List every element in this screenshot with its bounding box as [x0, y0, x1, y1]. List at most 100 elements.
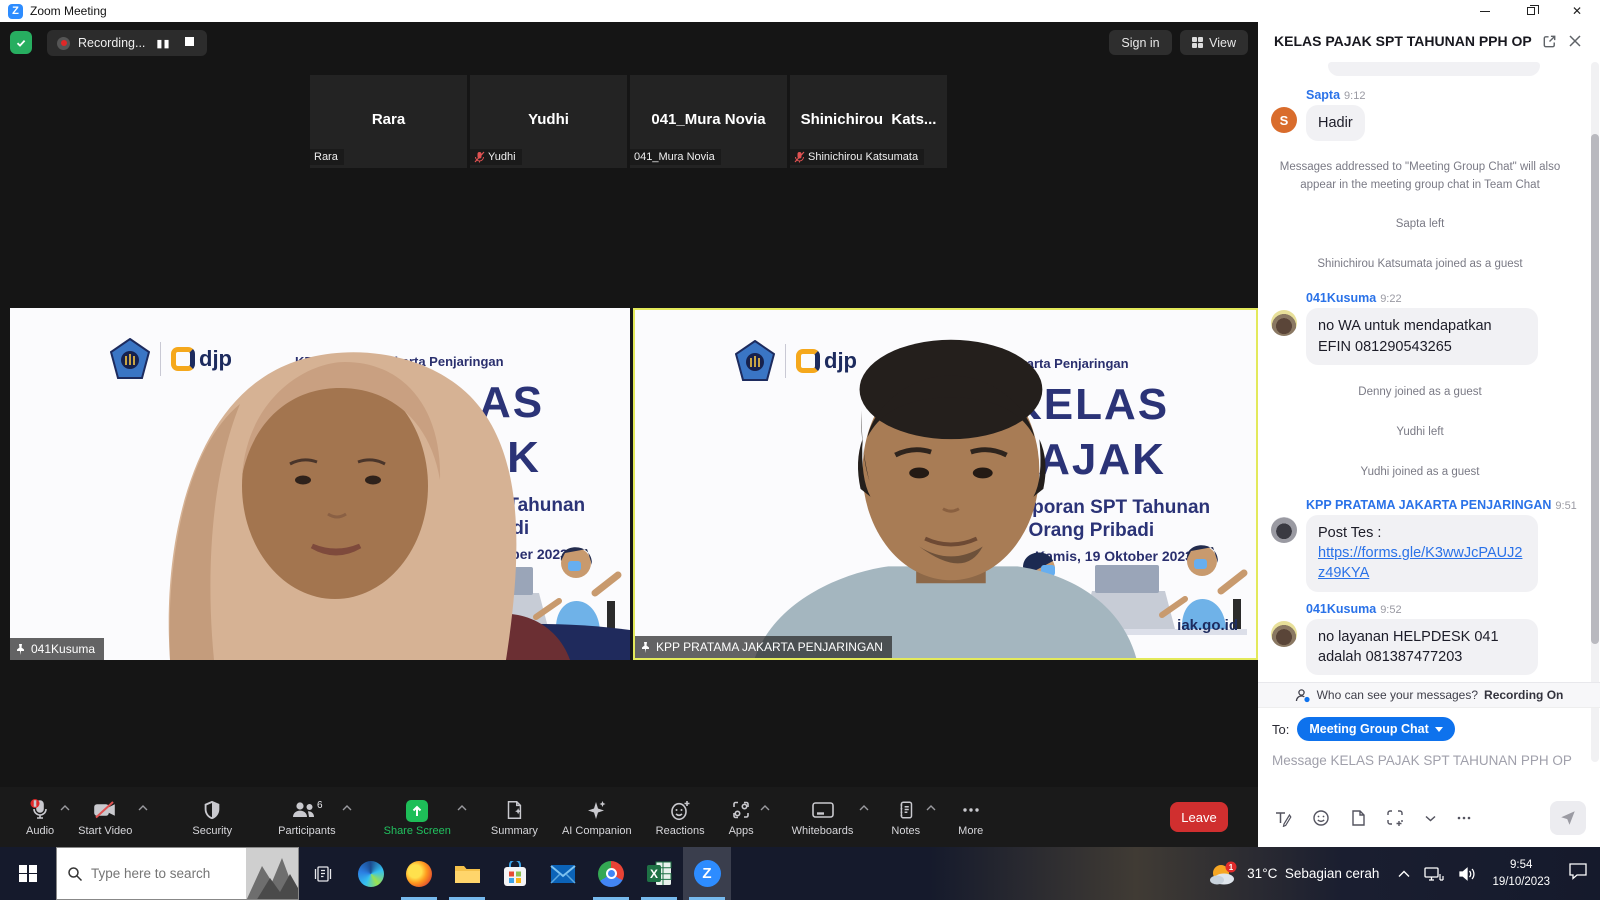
recipient-selector[interactable]: Meeting Group Chat [1297, 717, 1454, 741]
meeting-toolbar: ! Audio Start Video Security [0, 787, 1258, 847]
video-tile-041kusuma[interactable]: djp KPP Pratama Jakarta Penjaringan KELA… [10, 308, 630, 660]
start-video-button[interactable]: Start Video [66, 789, 144, 845]
composer-toolbar [1258, 795, 1600, 847]
participant-thumbnail-strip: Rara Rara Yudhi Yudhi 041_Mura Novia 041… [310, 75, 947, 168]
format-text-icon[interactable] [1274, 809, 1292, 827]
thumbnail-mura-novia[interactable]: 041_Mura Novia 041_Mura Novia [630, 75, 787, 168]
close-button[interactable]: ✕ [1554, 0, 1600, 22]
mail-icon[interactable] [539, 847, 587, 900]
pop-out-icon[interactable] [1536, 29, 1562, 53]
windows-taskbar: X Z 1 31°C Sebagian cerah 9:54 19/10 [0, 847, 1600, 900]
excel-icon[interactable]: X [635, 847, 683, 900]
chat-message: KPP PRATAMA JAKARTA PENJARINGAN9:51 Post… [1258, 498, 1588, 592]
audio-button[interactable]: ! Audio [14, 789, 66, 845]
summary-button[interactable]: Summary [479, 789, 550, 845]
search-highlight-image [246, 848, 298, 900]
file-explorer-icon[interactable] [443, 847, 491, 900]
more-compose-chevron-icon[interactable] [1425, 815, 1436, 822]
more-button[interactable]: More [946, 789, 995, 845]
search-icon [67, 866, 83, 882]
video-name-label: KPP PRATAMA JAKARTA PENJARINGAN [635, 636, 892, 658]
share-screen-button[interactable]: Share Screen [372, 789, 463, 845]
chat-title: KELAS PAJAK SPT TAHUNAN PPH OP [1274, 33, 1536, 49]
svg-text:1: 1 [1229, 862, 1234, 871]
minimize-button[interactable] [1462, 0, 1508, 22]
security-button[interactable]: Security [180, 789, 244, 845]
recording-dot-icon [57, 37, 70, 50]
search-input[interactable] [91, 866, 226, 881]
whiteboards-options-caret[interactable] [859, 805, 869, 811]
thumbnail-rara[interactable]: Rara Rara [310, 75, 467, 168]
thumbnail-name-label: Rara [310, 149, 344, 165]
recording-indicator: Recording... ▮▮ [47, 30, 207, 56]
network-icon[interactable] [1417, 866, 1451, 882]
chat-bubble[interactable]: no WA untuk mendapatkan EFIN 08129054326… [1306, 308, 1538, 365]
chat-panel: KELAS PAJAK SPT TAHUNAN PPH OP Sapta9:12… [1258, 22, 1600, 847]
windows-logo-icon [19, 865, 37, 883]
leave-button[interactable]: Leave [1170, 802, 1228, 832]
video-options-caret[interactable] [138, 805, 148, 811]
camera-off-icon [92, 798, 118, 822]
ai-companion-button[interactable]: AI Companion [550, 789, 644, 845]
whiteboards-icon [810, 798, 836, 822]
restore-button[interactable] [1508, 0, 1554, 22]
start-button[interactable] [0, 847, 56, 900]
pin-icon [15, 643, 26, 655]
chat-bubble[interactable]: Post Tes : https://forms.gle/K3wwJcPAUJ2… [1306, 515, 1538, 592]
send-button[interactable] [1550, 801, 1586, 835]
firefox-icon[interactable] [395, 847, 443, 900]
recording-label: Recording... [78, 36, 145, 50]
action-center-icon[interactable] [1558, 862, 1600, 885]
stop-recording-button[interactable] [182, 37, 197, 49]
view-button[interactable]: View [1180, 30, 1248, 55]
pause-recording-button[interactable]: ▮▮ [153, 37, 173, 50]
sign-in-button[interactable]: Sign in [1109, 30, 1171, 55]
apps-options-caret[interactable] [760, 805, 770, 811]
chat-scrollbar-thumb[interactable] [1591, 134, 1599, 644]
participants-button[interactable]: 6 Participants [266, 789, 347, 845]
show-hidden-icons-chevron[interactable] [1391, 870, 1417, 878]
video-tile-kpp[interactable]: djp KPP Pratama Jakarta Penjaringan KELA… [633, 308, 1258, 660]
privacy-bar[interactable]: Who can see your messages? Recording On [1258, 682, 1600, 708]
close-chat-icon[interactable] [1562, 29, 1588, 53]
chat-bubble[interactable]: no layanan HELPDESK 041 adalah 081387477… [1306, 619, 1538, 676]
participant-man [635, 310, 1256, 660]
view-grid-icon [1192, 37, 1204, 49]
participants-icon: 6 [290, 798, 324, 822]
zoom-taskbar-icon[interactable]: Z [683, 847, 731, 900]
svg-text:X: X [650, 867, 658, 881]
thumbnail-yudhi[interactable]: Yudhi Yudhi [470, 75, 627, 168]
volume-icon[interactable] [1451, 866, 1484, 882]
message-input[interactable]: Message KELAS PAJAK SPT TAHUNAN PPH OP [1258, 743, 1600, 795]
chat-bubble[interactable]: Hadir [1306, 105, 1365, 141]
microsoft-store-icon[interactable] [491, 847, 539, 900]
weather-icon: 1 [1208, 861, 1238, 887]
participants-options-caret[interactable] [342, 805, 352, 811]
reactions-button[interactable]: Reactions [644, 789, 717, 845]
system-message: Messages addressed to "Meeting Group Cha… [1270, 159, 1570, 194]
screenshot-icon[interactable] [1386, 809, 1405, 827]
notes-icon [895, 798, 917, 822]
edge-icon[interactable] [347, 847, 395, 900]
notes-options-caret[interactable] [926, 805, 936, 811]
security-shield-icon[interactable] [10, 31, 32, 54]
chat-message: Sapta9:12 S Hadir [1258, 88, 1588, 141]
emoji-icon[interactable] [1312, 809, 1330, 827]
system-message: Yudhi joined as a guest [1270, 464, 1570, 481]
taskbar-clock[interactable]: 9:54 19/10/2023 [1484, 857, 1558, 890]
muted-mic-icon [794, 151, 805, 163]
share-options-caret[interactable] [457, 805, 467, 811]
task-view-icon[interactable] [299, 847, 347, 900]
recipient-row: To: Meeting Group Chat [1258, 708, 1600, 743]
thumbnail-shinichirou[interactable]: Shinichirou Kats... Shinichirou Katsumat… [790, 75, 947, 168]
whiteboards-button[interactable]: Whiteboards [780, 789, 866, 845]
taskbar-search[interactable] [56, 847, 299, 900]
more-compose-icon[interactable] [1456, 815, 1472, 821]
notes-button[interactable]: Notes [879, 789, 932, 845]
chrome-icon[interactable] [587, 847, 635, 900]
attach-file-icon[interactable] [1350, 809, 1366, 827]
apps-button[interactable]: Apps [717, 789, 766, 845]
forms-link[interactable]: https://forms.gle/K3wwJcPAUJ2z49KYA [1318, 543, 1526, 584]
zoom-logo-icon: Z [8, 4, 23, 19]
weather-widget[interactable]: 1 31°C Sebagian cerah [1196, 861, 1391, 887]
